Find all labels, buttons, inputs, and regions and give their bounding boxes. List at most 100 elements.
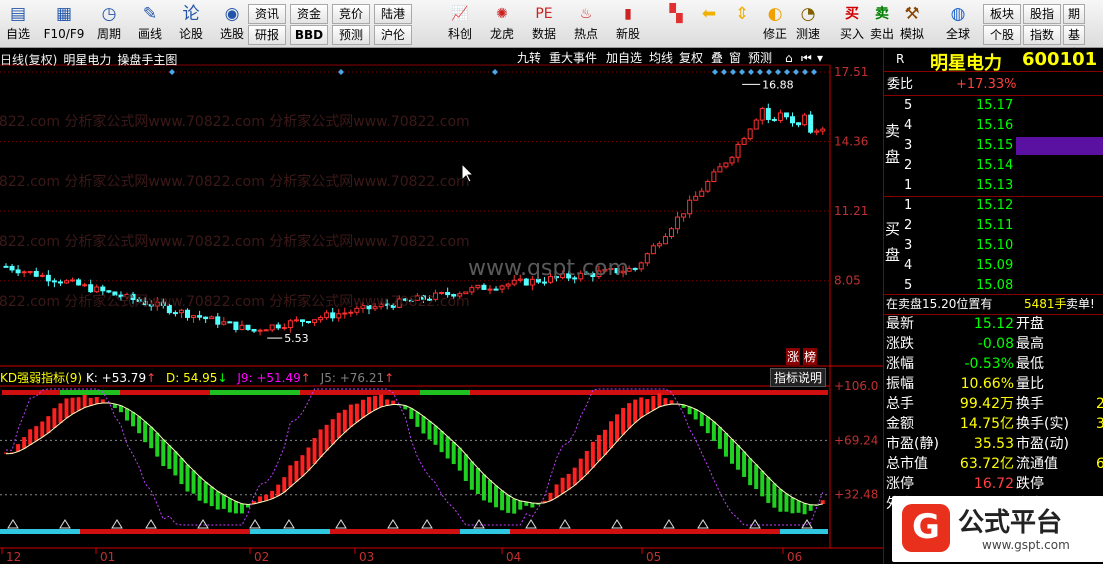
chart-button-2[interactable]: 加自选 bbox=[604, 50, 644, 67]
indicator-bar bbox=[566, 473, 571, 490]
small-button-row1-2[interactable]: 竞价 bbox=[332, 4, 370, 24]
indicator-bar bbox=[820, 500, 825, 505]
tool-dragon-button[interactable]: ✺ 龙虎 bbox=[482, 2, 522, 46]
tool-chart-button[interactable]: 📈 科创 bbox=[440, 2, 480, 46]
indicator-bar bbox=[433, 425, 438, 445]
bang-button[interactable]: 榜 bbox=[803, 348, 818, 365]
discussion-icon: 论 bbox=[182, 4, 200, 24]
trade-button-0[interactable]: 买买入 bbox=[838, 2, 866, 46]
indicator-bar bbox=[209, 486, 214, 507]
stat-value: -0.53% bbox=[964, 356, 1014, 372]
event-diamond-icon bbox=[811, 69, 817, 75]
candle-body bbox=[15, 269, 21, 274]
sell-level-row[interactable]: 1 15.13 bbox=[884, 176, 1103, 196]
stat-row: 振幅 10.66% 量比 bbox=[884, 374, 1103, 394]
toolbar-clock-button[interactable]: ◷ 周期 bbox=[91, 2, 127, 46]
market-button-1[interactable]: 股指 bbox=[1023, 4, 1061, 24]
tool-pe-button[interactable]: PE 数据 bbox=[524, 2, 564, 46]
chart-button-6[interactable]: 窗 bbox=[727, 50, 743, 67]
indicator-bar bbox=[385, 399, 390, 406]
indicator-bar bbox=[161, 439, 166, 467]
high-label: 16.88 bbox=[762, 78, 794, 91]
stat-label: 金额 bbox=[886, 416, 914, 432]
market-button-row2-0[interactable]: 个股 bbox=[983, 25, 1021, 45]
buy-level-price: 15.10 bbox=[976, 238, 1014, 253]
buy-level-row[interactable]: 1 15.12 bbox=[884, 196, 1103, 216]
indicator-bar bbox=[354, 403, 359, 423]
chart-button-4[interactable]: 复权 bbox=[677, 50, 705, 67]
buy-level-row[interactable]: 5 15.08 bbox=[884, 276, 1103, 296]
nav-speed-button[interactable]: ◔ 测速 bbox=[792, 2, 824, 46]
globe-button[interactable]: ◍ 全球 bbox=[940, 2, 976, 46]
market-button-2[interactable]: 期货 bbox=[1063, 4, 1085, 40]
chart-button-5[interactable]: 叠 bbox=[709, 50, 725, 67]
sell-level-row[interactable]: 5 15.17 bbox=[884, 96, 1103, 116]
candle-body bbox=[275, 324, 281, 329]
small-button-row1-0[interactable]: 资讯 bbox=[248, 4, 286, 24]
buy-level-num: 4 bbox=[904, 258, 913, 273]
chart-title-mode: 操盘手主图 bbox=[117, 53, 178, 67]
chart-button-1[interactable]: 重大事件 bbox=[547, 50, 599, 67]
trade-button-2[interactable]: ⚒ 模拟 bbox=[898, 2, 926, 46]
small-button-row2-2[interactable]: 预测 bbox=[332, 25, 370, 45]
candle-body bbox=[251, 328, 257, 332]
chart-button-3[interactable]: 均线 bbox=[647, 50, 675, 67]
kline-chart-svg[interactable]: 17.51 14.36 11.21 8.05 16.88 5.53 0822.com 分析家… bbox=[0, 48, 883, 564]
chart-button-0[interactable]: 九转 bbox=[515, 50, 543, 67]
buy-level-row[interactable]: 4 15.09 bbox=[884, 256, 1103, 276]
tool-fire-button[interactable]: ♨ 热点 bbox=[566, 2, 606, 46]
candle-body bbox=[330, 312, 336, 319]
indicator-tick-label: +69.24 bbox=[834, 433, 878, 447]
indicator-bar bbox=[494, 485, 499, 508]
indicator-bar bbox=[58, 403, 63, 424]
sell-level-price: 15.13 bbox=[976, 178, 1014, 193]
candle-body bbox=[735, 143, 741, 158]
dropdown-icon[interactable]: ▾ bbox=[815, 50, 825, 67]
toolbar-document-button[interactable]: ▦ F10/F9 bbox=[41, 2, 87, 46]
small-button-row2-0[interactable]: 研报 bbox=[248, 25, 286, 45]
small-button-row1-1[interactable]: 资金 bbox=[290, 4, 328, 24]
chart-button-7[interactable]: 预测 bbox=[746, 50, 774, 67]
zhang-button[interactable]: 涨 bbox=[786, 348, 801, 365]
chart-icon: 📈 bbox=[451, 6, 469, 22]
candle-body bbox=[759, 108, 765, 121]
nav-revise-button[interactable]: ◐ 修正 bbox=[759, 2, 791, 46]
toolbar-discussion-button[interactable]: 论论股 bbox=[173, 2, 209, 46]
nav-up-down-button[interactable]: ⇕ bbox=[726, 2, 758, 46]
chart-title-stock: 明星电力 bbox=[63, 53, 112, 67]
lock-icon[interactable]: ⌂ bbox=[783, 50, 795, 67]
small-button-row1-3[interactable]: 陆港 bbox=[374, 4, 412, 24]
new-stock-icon: ▮ bbox=[624, 6, 632, 22]
hammer-icon: ⚒ bbox=[904, 4, 920, 24]
trade-button-1[interactable]: 卖卖出 bbox=[868, 2, 896, 46]
event-diamond-icon bbox=[748, 69, 754, 75]
buy-level-row[interactable]: 2 15.11 bbox=[884, 216, 1103, 236]
indicator-bar bbox=[723, 432, 728, 457]
stat-label: 振幅 bbox=[886, 376, 914, 392]
jump-end-icon[interactable]: ⏮ bbox=[799, 50, 814, 67]
candle-body bbox=[306, 321, 311, 324]
nav-back-arrow-button[interactable]: ⬅ bbox=[693, 2, 725, 46]
sell-level-row[interactable]: 4 15.16 bbox=[884, 116, 1103, 136]
indicator-header: KD强弱指标(9) K: +53.79↑ D: 54.95↓ J9: +51.4… bbox=[0, 371, 395, 385]
candle-body bbox=[644, 253, 650, 264]
tool-label: 热点 bbox=[573, 27, 598, 41]
tool-new-stock-button[interactable]: ▮ 新股 bbox=[608, 2, 648, 46]
market-button-row2-1[interactable]: 指数 bbox=[1023, 25, 1061, 45]
nav-grid-color-button[interactable]: ▚ bbox=[660, 2, 692, 46]
market-button-0[interactable]: 板块 bbox=[983, 4, 1021, 24]
toolbar-magnifier-button[interactable]: ◉ 选股 bbox=[214, 2, 250, 46]
buy-level-row[interactable]: 3 15.10 bbox=[884, 236, 1103, 256]
stat-row: 总手 99.42万 换手 2 bbox=[884, 394, 1103, 414]
market-button-row2-2[interactable]: 基金 bbox=[1063, 25, 1085, 61]
indicator-bar bbox=[736, 445, 741, 470]
toolbar-pencil-button[interactable]: ✎ 画线 bbox=[132, 2, 168, 46]
kline-chart-panel[interactable]: 17.51 14.36 11.21 8.05 16.88 5.53 0822.com 分析家… bbox=[0, 48, 883, 564]
indicator-bar bbox=[639, 397, 644, 418]
sell-level-num: 3 bbox=[904, 138, 913, 153]
indicator-help-button[interactable]: 指标说明 bbox=[770, 368, 827, 387]
small-button-row2-1[interactable]: BBD bbox=[290, 25, 328, 45]
small-button-row2-3[interactable]: 沪伦 bbox=[374, 25, 412, 45]
toolbar-bookmark-button[interactable]: ▤ 自选 bbox=[0, 2, 36, 46]
sell-level-row[interactable]: 2 15.14 bbox=[884, 156, 1103, 176]
